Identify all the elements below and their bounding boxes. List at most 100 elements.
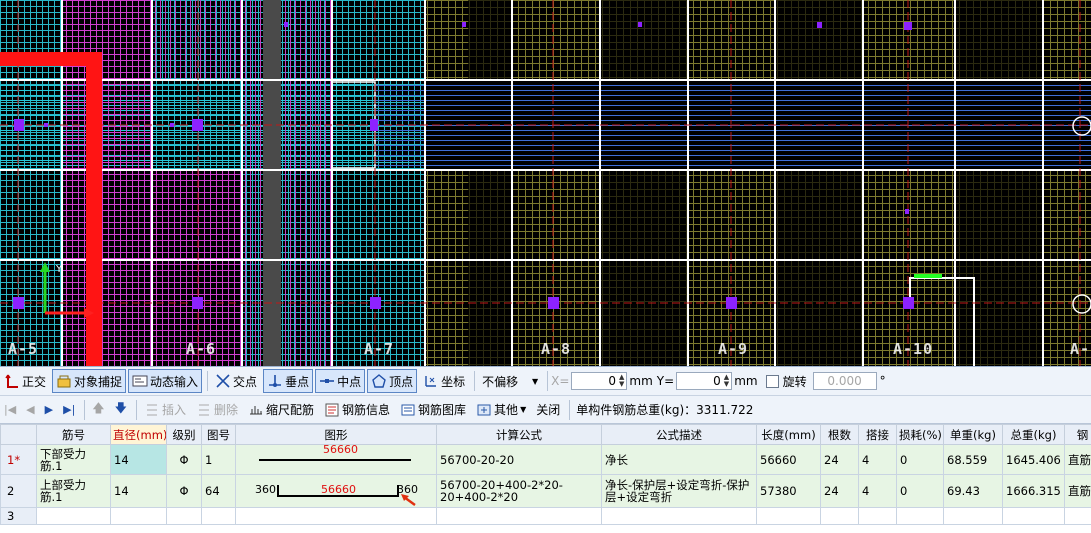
object-snap-icon [56, 373, 72, 389]
cell-unit-weight[interactable] [943, 507, 1003, 525]
cell-name[interactable]: 上部受力筋.1 [36, 474, 111, 508]
cell-hook[interactable] [1064, 507, 1091, 525]
delete-button[interactable]: 删除 [192, 398, 242, 422]
cell-grade[interactable] [166, 507, 202, 525]
col-header-formula[interactable]: 计算公式 [436, 424, 602, 445]
col-header-lap[interactable]: 搭接 [858, 424, 897, 445]
separator [135, 399, 137, 420]
y-spinner-icon[interactable]: ▲ ▼ [724, 374, 729, 388]
cell-length[interactable] [756, 507, 821, 525]
cell-diameter[interactable]: 14 [110, 444, 167, 475]
cell-desc[interactable] [601, 507, 757, 525]
cell-desc[interactable]: 净长 [601, 444, 757, 475]
rebar-library-button[interactable]: 钢筋图库 [396, 398, 470, 422]
cell-name[interactable]: 下部受力筋.1 [36, 444, 111, 475]
cell-diameter[interactable]: 14 [110, 474, 167, 508]
rebar-info-label: 钢筋信息 [342, 403, 391, 417]
midpoint-button[interactable]: 中点 [315, 369, 366, 393]
next-record-icon[interactable]: ▶ [41, 398, 57, 422]
col-header-total-weight[interactable]: 总重(kg) [1002, 424, 1065, 445]
cell-unit-weight[interactable]: 69.43 [943, 474, 1003, 508]
cell-loss[interactable] [896, 507, 944, 525]
insert-button[interactable]: 插入 [140, 398, 190, 422]
close-button[interactable]: 关闭 [532, 398, 564, 422]
cell-hook[interactable]: 直筋 [1064, 444, 1091, 475]
cell-total-weight[interactable]: 1645.406 [1002, 444, 1065, 475]
cell-shape[interactable] [235, 507, 437, 525]
other-menu-button[interactable]: 其他 ▼ [472, 398, 530, 422]
cell-length[interactable]: 56660 [756, 444, 821, 475]
midpoint-label: 中点 [337, 374, 362, 389]
scale-rebar-button[interactable]: 缩尺配筋 [244, 398, 318, 422]
table-row[interactable]: 2 上部受力筋.1 14 Φ 64 360 56660 360 56700-20… [0, 474, 1091, 508]
previous-record-icon[interactable]: ◀ [22, 398, 38, 422]
cell-unit-weight[interactable]: 68.559 [943, 444, 1003, 475]
cell-fig[interactable] [201, 507, 236, 525]
cell-loss[interactable]: 0 [896, 444, 944, 475]
first-record-icon[interactable]: |◀ [0, 398, 20, 422]
separator [84, 399, 86, 420]
cell-total-weight[interactable]: 1666.315 [1002, 474, 1065, 508]
cell-count[interactable] [820, 507, 859, 525]
cell-length[interactable]: 57380 [756, 474, 821, 508]
cell-count[interactable]: 24 [820, 444, 859, 475]
col-header-loss[interactable]: 损耗(%) [896, 424, 944, 445]
corner-header [0, 424, 37, 445]
cell-formula[interactable]: 56700-20+400-2*20-20+400-2*20 [436, 474, 602, 508]
col-header-name[interactable]: 筋号 [36, 424, 111, 445]
col-header-hook[interactable]: 钢 [1064, 424, 1091, 445]
cell-fig[interactable]: 64 [201, 474, 236, 508]
col-header-length[interactable]: 长度(mm) [756, 424, 821, 445]
cell-lap[interactable] [858, 507, 897, 525]
cell-count[interactable]: 24 [820, 474, 859, 508]
cell-shape[interactable]: 56660 [235, 444, 437, 475]
table-row[interactable]: 1* 下部受力筋.1 14 Φ 1 56660 56700-20-20 净长 5… [0, 444, 1091, 475]
coordinate-button[interactable]: 坐标 [419, 369, 469, 393]
dynamic-input-button[interactable]: 动态输入 [128, 369, 203, 393]
insert-icon [144, 402, 160, 418]
intersection-button[interactable]: 交点 [211, 369, 261, 393]
cell-formula[interactable] [436, 507, 602, 525]
cell-shape[interactable]: 360 56660 360 [235, 474, 437, 508]
cell-desc[interactable]: 净长-保护层+设定弯折-保护层+设定弯折 [601, 474, 757, 508]
col-header-grade[interactable]: 级别 [166, 424, 202, 445]
row-index[interactable]: 1* [0, 444, 37, 475]
rebar-info-button[interactable]: 钢筋信息 [320, 398, 394, 422]
orthogonal-button[interactable]: 正交 [0, 369, 50, 393]
col-header-shape[interactable]: 图形 [235, 424, 437, 445]
object-snap-button[interactable]: 对象捕捉 [52, 369, 127, 393]
col-header-fig[interactable]: 图号 [201, 424, 236, 445]
cell-grade[interactable]: Φ [166, 444, 202, 475]
col-header-unit-weight[interactable]: 单重(kg) [943, 424, 1003, 445]
x-spinner-icon[interactable]: ▲ ▼ [619, 374, 624, 388]
cell-grade[interactable]: Φ [166, 474, 202, 508]
total-weight-text: 单构件钢筋总重(kg)：3311.722 [576, 403, 754, 417]
cad-canvas[interactable]: A-5 A-6 A-7 A-8 A-9 A-10 A- Y [0, 0, 1091, 366]
row-index[interactable]: 3 [0, 507, 37, 525]
cell-formula[interactable]: 56700-20-20 [436, 444, 602, 475]
rotate-checkbox[interactable] [765, 374, 779, 388]
cell-total-weight[interactable] [1002, 507, 1065, 525]
col-header-desc[interactable]: 公式描述 [601, 424, 757, 445]
move-up-icon[interactable]: 🡅 [88, 398, 108, 422]
last-record-icon[interactable]: ▶| [59, 398, 79, 422]
x-value: 0 [608, 374, 617, 388]
vertex-button[interactable]: 顶点 [367, 369, 418, 393]
cell-lap[interactable]: 4 [858, 474, 897, 508]
rotate-input[interactable]: 0.000 [812, 372, 877, 390]
cell-hook[interactable]: 直筋 [1064, 474, 1091, 508]
cell-fig[interactable]: 1 [201, 444, 236, 475]
y-input[interactable]: 0 ▲ ▼ [676, 372, 733, 390]
perpendicular-button[interactable]: 垂点 [263, 369, 314, 393]
cell-diameter[interactable] [110, 507, 167, 525]
col-header-diameter[interactable]: 直径(mm) [110, 424, 167, 445]
move-down-icon[interactable]: 🡇 [111, 398, 131, 422]
x-input[interactable]: 0 ▲ ▼ [571, 372, 628, 390]
offset-select[interactable]: 不偏移 ▼ [478, 369, 542, 393]
col-header-count[interactable]: 根数 [820, 424, 859, 445]
table-row[interactable]: 3 [0, 507, 1091, 525]
cell-lap[interactable]: 4 [858, 444, 897, 475]
cell-name[interactable] [36, 507, 111, 525]
row-index[interactable]: 2 [0, 474, 37, 508]
cell-loss[interactable]: 0 [896, 474, 944, 508]
